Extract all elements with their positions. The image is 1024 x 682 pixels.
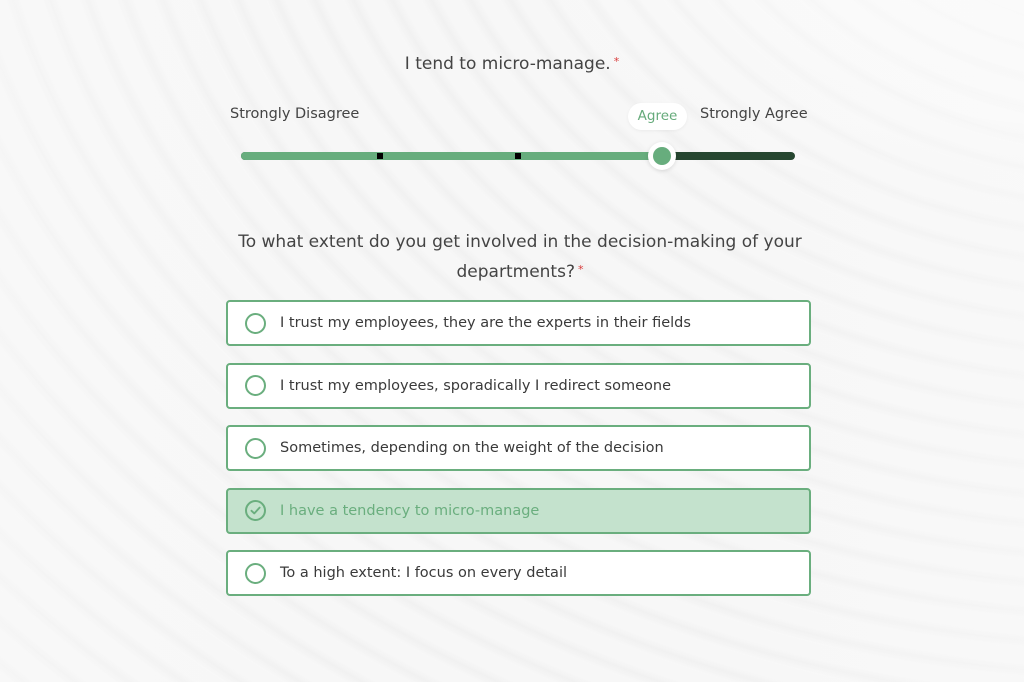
- slider-thumb[interactable]: [648, 142, 676, 170]
- answer-option[interactable]: To a high extent: I focus on every detai…: [226, 550, 811, 596]
- radio-icon[interactable]: [245, 437, 266, 459]
- radio-icon[interactable]: [245, 312, 266, 334]
- slider-fill: [241, 152, 662, 160]
- check-circle-icon[interactable]: [245, 500, 266, 521]
- answer-options: I trust my employees, they are the exper…: [226, 300, 811, 613]
- answer-option-label: I trust my employees, sporadically I red…: [280, 377, 672, 394]
- answer-option-selected[interactable]: I have a tendency to micro-manage: [226, 487, 811, 534]
- answer-option[interactable]: I trust my employees, they are the exper…: [226, 300, 811, 346]
- answer-option-label: Sometimes, depending on the weight of th…: [280, 440, 664, 456]
- required-marker: *: [613, 55, 620, 68]
- question-2-title: To what extent do you get involved in th…: [230, 229, 810, 286]
- answer-option[interactable]: I trust my employees, sporadically I red…: [226, 362, 811, 409]
- question-1-title: I tend to micro-manage. *: [0, 54, 1024, 74]
- radio-icon[interactable]: [245, 375, 266, 396]
- radio-icon[interactable]: [245, 562, 266, 584]
- slider-thumb-dot: [653, 147, 671, 165]
- scale-max-label: Strongly Agree: [700, 106, 808, 122]
- slider-tick: [515, 153, 521, 159]
- required-marker: *: [577, 263, 584, 276]
- slider-tick: [377, 153, 383, 159]
- answer-option[interactable]: Sometimes, depending on the weight of th…: [226, 425, 811, 471]
- question-2-text: To what extent do you get involved in th…: [238, 232, 802, 282]
- answer-option-label: I trust my employees, they are the exper…: [280, 315, 691, 331]
- slider-value-bubble: Agree: [628, 103, 687, 130]
- answer-option-label: I have a tendency to micro-manage: [280, 502, 540, 519]
- likert-slider-track[interactable]: [241, 152, 795, 160]
- scale-min-label: Strongly Disagree: [230, 106, 360, 122]
- question-1-text: I tend to micro-manage.: [404, 54, 611, 74]
- answer-option-label: To a high extent: I focus on every detai…: [280, 565, 567, 581]
